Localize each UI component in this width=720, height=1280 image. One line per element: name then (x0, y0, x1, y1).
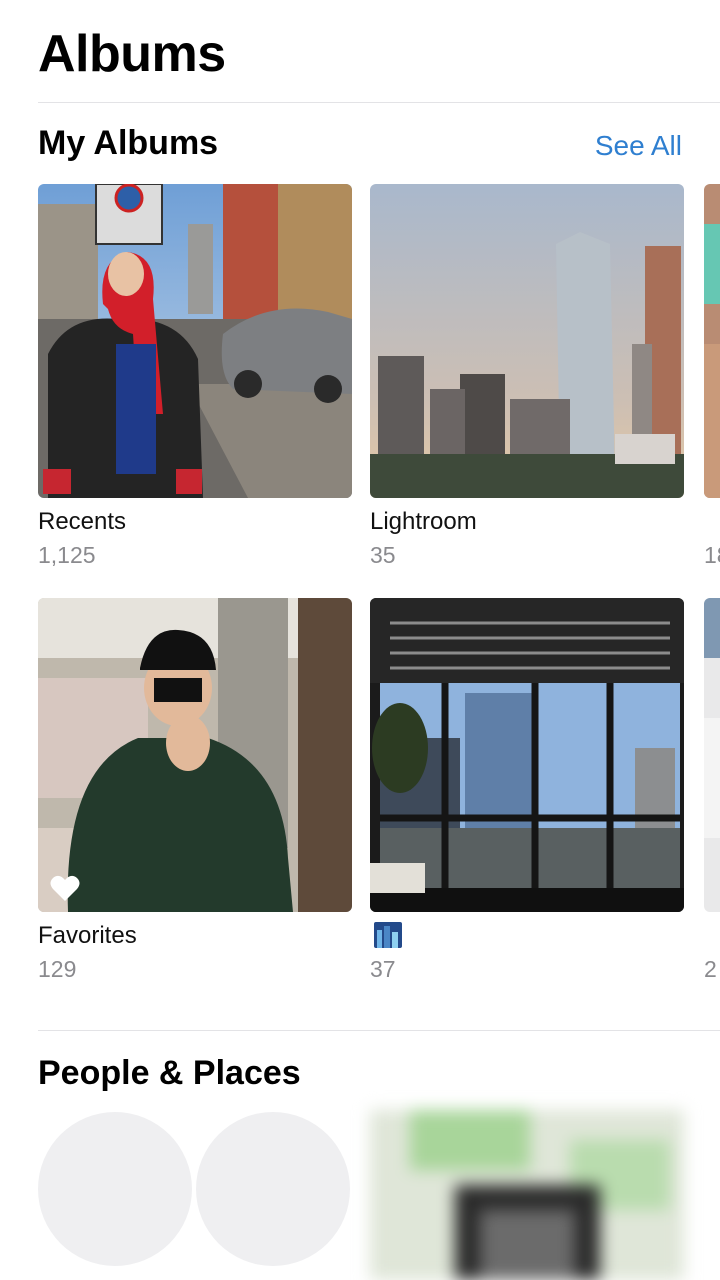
album-count-recents: 1,125 (38, 542, 96, 568)
album-thumbnail-lightroom[interactable] (370, 184, 684, 498)
album-thumbnail-favorites[interactable] (38, 598, 352, 912)
partial-photo (704, 184, 720, 498)
people-avatar-1[interactable] (38, 1112, 192, 1266)
section-divider (38, 1030, 720, 1031)
album-count-3: 18 (704, 542, 720, 568)
header-divider (38, 102, 720, 103)
skyline-photo (370, 184, 684, 498)
heart-icon (50, 875, 80, 901)
album-icon (374, 922, 402, 948)
page-title: Albums (38, 25, 226, 83)
album-count-6: 2 (704, 956, 717, 982)
album-name-lightroom: Lightroom (370, 508, 477, 535)
album-count-5: 37 (370, 956, 396, 982)
album-count-lightroom: 35 (370, 542, 396, 568)
album-thumbnail-6[interactable] (704, 598, 720, 912)
street-photo (38, 184, 352, 498)
album-thumbnail-recents[interactable] (38, 184, 352, 498)
album-mini-thumbnail (374, 922, 402, 948)
album-thumbnail-5[interactable] (370, 598, 684, 912)
album-thumbnail-3[interactable] (704, 184, 720, 498)
my-albums-heading: My Albums (38, 124, 219, 162)
albums-screen: Albums My Albums See All Recents 1,125 L… (0, 0, 720, 1280)
places-map-thumbnail[interactable] (370, 1110, 684, 1280)
partial-photo (704, 598, 720, 912)
album-name-recents: Recents (38, 508, 127, 535)
map-preview (370, 1110, 684, 1280)
window-view-photo (370, 598, 684, 912)
album-name-favorites: Favorites (38, 922, 137, 949)
people-avatar-2[interactable] (196, 1112, 350, 1266)
people-places-heading: People & Places (38, 1054, 301, 1092)
selfie-photo (38, 598, 352, 912)
see-all-link[interactable]: See All (595, 130, 682, 162)
album-count-favorites: 129 (38, 956, 77, 982)
